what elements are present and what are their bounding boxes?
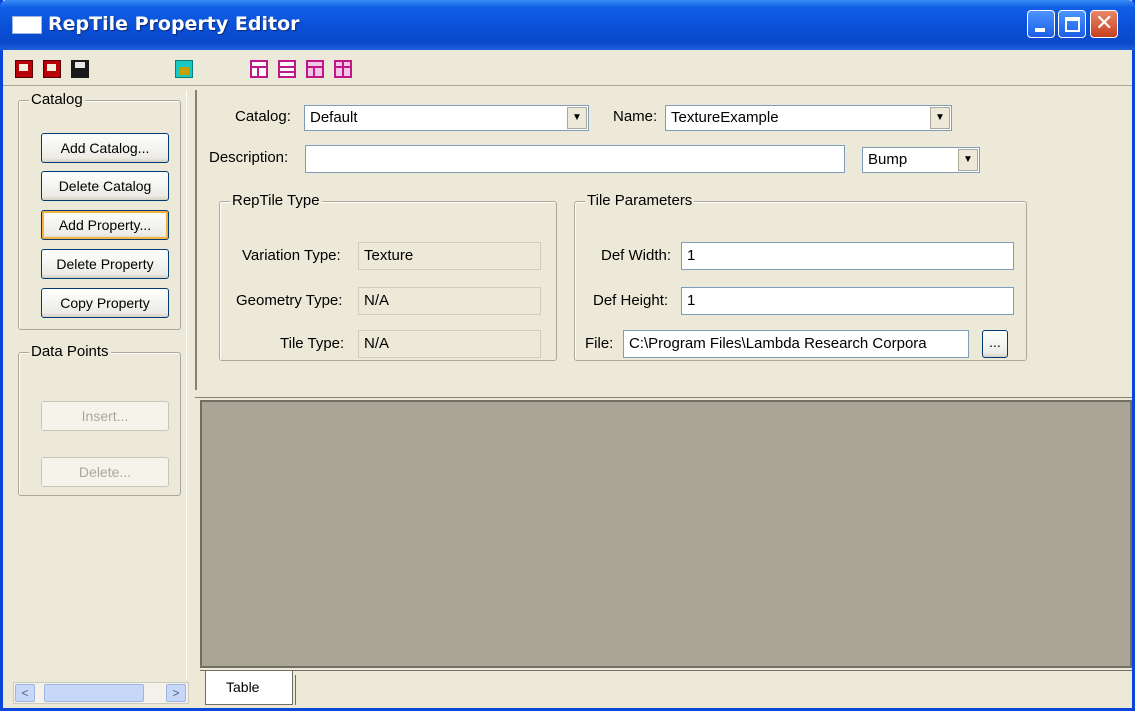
property-form: Catalog: Default ▼ Name: TextureExample … [195,90,1132,390]
left-pane-scrollbar[interactable]: < > [13,682,189,704]
chevron-down-icon[interactable]: ▼ [930,107,950,129]
maximize-button[interactable] [1058,10,1086,38]
def-width-field[interactable]: 1 [681,242,1014,270]
insert-button[interactable]: Insert... [41,401,169,431]
catalog-new-icon[interactable] [15,60,33,78]
close-icon: ✕ [1095,11,1114,36]
browse-button[interactable]: ... [982,330,1008,358]
description-field[interactable] [305,145,845,173]
scroll-thumb[interactable] [44,684,144,702]
left-pane: Catalog Add Catalog... Delete Catalog Ad… [13,90,187,680]
maximize-icon [1065,17,1080,32]
catalog-select[interactable]: Default ▼ [304,105,589,131]
tab-strip: Table [200,670,1132,708]
reptile-type-group: RepTile Type Variation Type: Texture Geo… [219,192,557,361]
tab-table[interactable]: Table [205,671,293,705]
reptile-type-legend: RepTile Type [230,192,322,209]
tab-strip-empty [295,675,1129,705]
toolbar [3,50,1132,86]
layout-split-icon[interactable] [250,60,268,78]
minimize-button[interactable] [1027,10,1055,38]
layout-insert-icon[interactable] [334,60,352,78]
delete-catalog-button[interactable]: Delete Catalog [41,171,169,201]
file-label: File: [585,335,614,352]
catalog-select-value: Default [310,109,358,126]
close-button[interactable]: ✕ [1090,10,1118,38]
def-height-field[interactable]: 1 [681,287,1014,315]
data-points-group-legend: Data Points [29,343,111,360]
lock-icon[interactable] [175,60,193,78]
app-icon [12,16,42,34]
variation-type-label: Variation Type: [242,247,341,264]
def-width-label: Def Width: [601,247,672,264]
scroll-right-icon[interactable]: > [166,684,186,702]
delete-button[interactable]: Delete... [41,457,169,487]
tile-type-value: N/A [358,330,541,358]
geometry-type-value: N/A [358,287,541,315]
catalog-open-icon[interactable] [43,60,61,78]
minimize-icon [1035,28,1045,32]
layout-grid-icon[interactable] [306,60,324,78]
name-select-value: TextureExample [671,109,779,126]
layout-rows-icon[interactable] [278,60,296,78]
save-icon[interactable] [71,60,89,78]
file-path-field[interactable]: C:\Program Files\Lambda Research Corpora [623,330,969,358]
def-height-label: Def Height: [593,292,669,309]
tile-parameters-group: Tile Parameters Def Width: 1 Def Height:… [574,192,1027,361]
description-label: Description: [209,149,289,166]
data-points-group: Data Points Insert... Delete... [18,343,181,496]
catalog-group: Catalog Add Catalog... Delete Catalog Ad… [18,91,181,330]
add-property-button[interactable]: Add Property... [41,210,169,240]
title-bar[interactable]: RepTile Property Editor ✕ [0,0,1135,50]
variation-type-value: Texture [358,242,541,270]
chevron-down-icon[interactable]: ▼ [567,107,587,129]
add-catalog-button[interactable]: Add Catalog... [41,133,169,163]
tile-type-label: Tile Type: [280,335,345,352]
chevron-down-icon[interactable]: ▼ [958,149,978,171]
tile-parameters-legend: Tile Parameters [585,192,695,209]
name-label: Name: [613,108,658,125]
table-content-area[interactable] [200,400,1132,668]
catalog-group-legend: Catalog [29,91,85,108]
geometry-type-label: Geometry Type: [236,292,343,309]
pane-splitter[interactable] [195,390,1132,398]
name-select[interactable]: TextureExample ▼ [665,105,952,131]
catalog-label: Catalog: [235,108,291,125]
scroll-left-icon[interactable]: < [15,684,35,702]
type-select[interactable]: Bump ▼ [862,147,980,173]
copy-property-button[interactable]: Copy Property [41,288,169,318]
type-select-value: Bump [868,151,908,168]
window-title: RepTile Property Editor [48,13,300,35]
delete-property-button[interactable]: Delete Property [41,249,169,279]
property-editor-window: RepTile Property Editor ✕ Catalog Add Ca… [0,0,1135,711]
